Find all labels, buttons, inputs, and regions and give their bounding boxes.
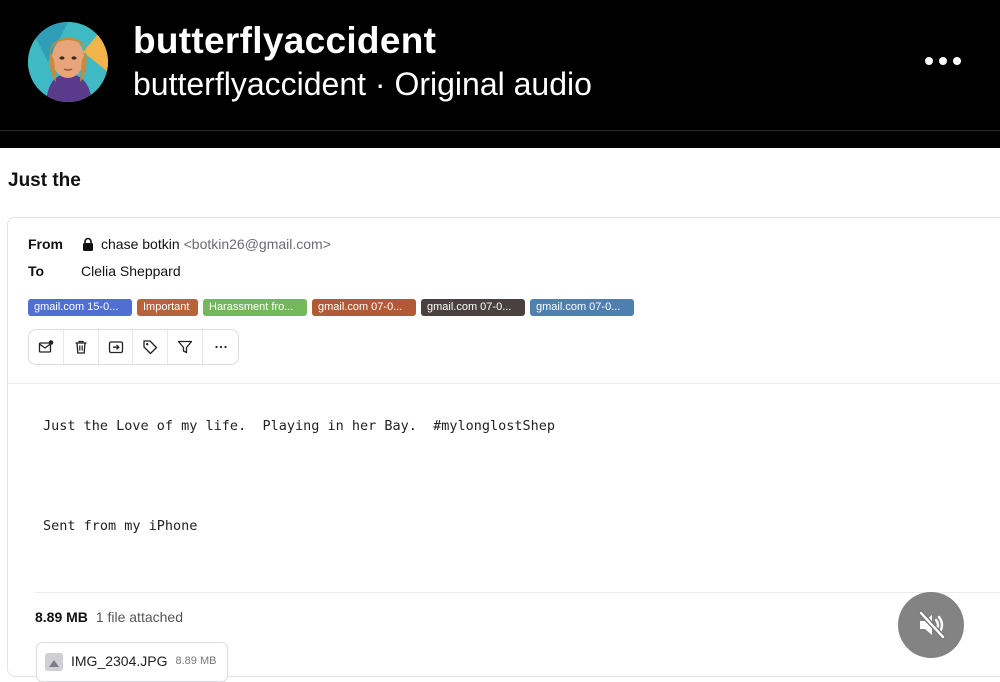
from-row: From chase botkin <botkin26@gmail.com> xyxy=(28,236,331,252)
to-label: To xyxy=(28,263,45,279)
recipient-name[interactable]: Clelia Sheppard xyxy=(81,263,181,279)
email-subject: Just the xyxy=(8,170,81,191)
sender-name[interactable]: chase botkin xyxy=(101,236,180,252)
delete-button[interactable] xyxy=(64,330,99,364)
avatar-portrait xyxy=(28,22,108,102)
filter-icon xyxy=(178,340,193,354)
tag-icon xyxy=(143,340,158,355)
more-dot xyxy=(953,57,961,65)
tag-chip[interactable]: Important xyxy=(137,299,198,316)
lock-icon xyxy=(83,237,93,251)
email-action-toolbar xyxy=(28,329,239,365)
tag-chip[interactable]: gmail.com 15-0... xyxy=(28,299,132,316)
header-divider xyxy=(8,383,1000,384)
speaker-muted-icon xyxy=(918,610,946,640)
channel-username[interactable]: butterflyaccident xyxy=(133,20,436,62)
mark-unread-button[interactable] xyxy=(29,330,64,364)
tag-chip[interactable]: gmail.com 07-0... xyxy=(530,299,634,316)
to-row: To Clelia Sheppard xyxy=(28,263,181,279)
filter-button[interactable] xyxy=(168,330,204,364)
tag-chip[interactable]: gmail.com 07-0... xyxy=(312,299,416,316)
email-signature: Sent from my iPhone xyxy=(43,518,198,534)
attachment-file-size: 8.89 MB xyxy=(175,655,217,667)
attachments-total-size: 8.89 MB xyxy=(35,609,88,625)
move-button[interactable] xyxy=(99,330,134,364)
header-bottom-band xyxy=(0,130,1000,148)
attachments-summary: 8.89 MB 1 file attached xyxy=(35,609,183,625)
more-icon xyxy=(214,345,227,349)
email-body-message: Just the Love of my life. Playing in her… xyxy=(43,418,556,434)
more-options-button[interactable] xyxy=(922,48,964,74)
mark-unread-icon xyxy=(38,340,54,353)
tag-chip[interactable]: gmail.com 07-0... xyxy=(421,299,525,316)
attachments-divider xyxy=(35,592,1000,593)
from-label: From xyxy=(28,236,63,252)
sender-email[interactable]: <botkin26@gmail.com> xyxy=(184,236,331,252)
audio-source-label[interactable]: butterflyaccident · Original audio xyxy=(133,66,592,103)
attachment-file-name: IMG_2304.JPG xyxy=(71,653,168,669)
video-header: butterflyaccident butterflyaccident · Or… xyxy=(0,0,1000,130)
image-file-icon xyxy=(45,653,63,671)
more-horizontal-icon xyxy=(925,57,933,65)
mute-toggle-button[interactable] xyxy=(898,592,964,658)
attachment-file[interactable]: IMG_2304.JPG 8.89 MB xyxy=(36,642,228,682)
avatar[interactable] xyxy=(28,22,108,102)
more-dot xyxy=(939,57,947,65)
email-card: From chase botkin <botkin26@gmail.com> T… xyxy=(7,217,1000,682)
tag-chip[interactable]: Harassment fro... xyxy=(203,299,307,316)
label-button[interactable] xyxy=(133,330,169,364)
trash-icon xyxy=(75,340,87,354)
more-actions-button[interactable] xyxy=(203,330,238,364)
attachments-count: 1 file attached xyxy=(95,609,183,625)
move-to-folder-icon xyxy=(108,341,123,354)
label-tags: gmail.com 15-0... Important Harassment f… xyxy=(28,299,634,316)
